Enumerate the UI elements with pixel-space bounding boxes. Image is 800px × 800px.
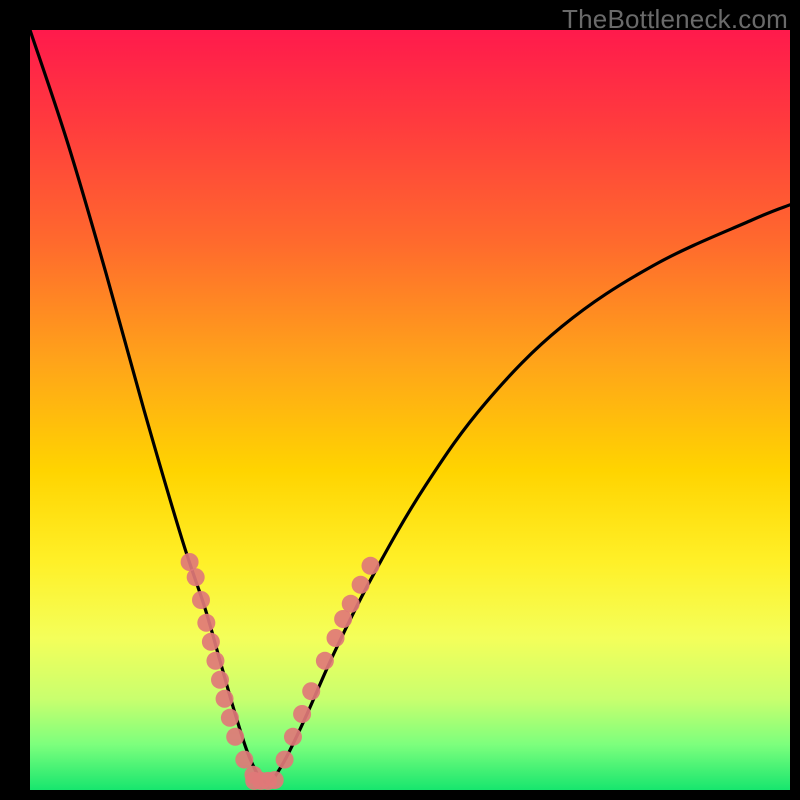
chart-frame: TheBottleneck.com [0,0,800,800]
scatter-point [266,771,284,789]
scatter-bottom-cluster [245,771,284,790]
scatter-point [276,751,294,769]
scatter-point [361,557,379,575]
scatter-point [327,629,345,647]
scatter-point [352,576,370,594]
watermark-text: TheBottleneck.com [562,4,788,35]
scatter-point [211,671,229,689]
scatter-point [202,633,220,651]
scatter-point [206,652,224,670]
scatter-point [235,751,253,769]
scatter-point [197,614,215,632]
scatter-point [302,682,320,700]
scatter-point [216,690,234,708]
scatter-point [187,568,205,586]
scatter-point [342,595,360,613]
scatter-point [284,728,302,746]
scatter-point [226,728,244,746]
scatter-point [192,591,210,609]
scatter-point [316,652,334,670]
chart-svg [0,0,800,800]
scatter-point [293,705,311,723]
scatter-point [221,709,239,727]
